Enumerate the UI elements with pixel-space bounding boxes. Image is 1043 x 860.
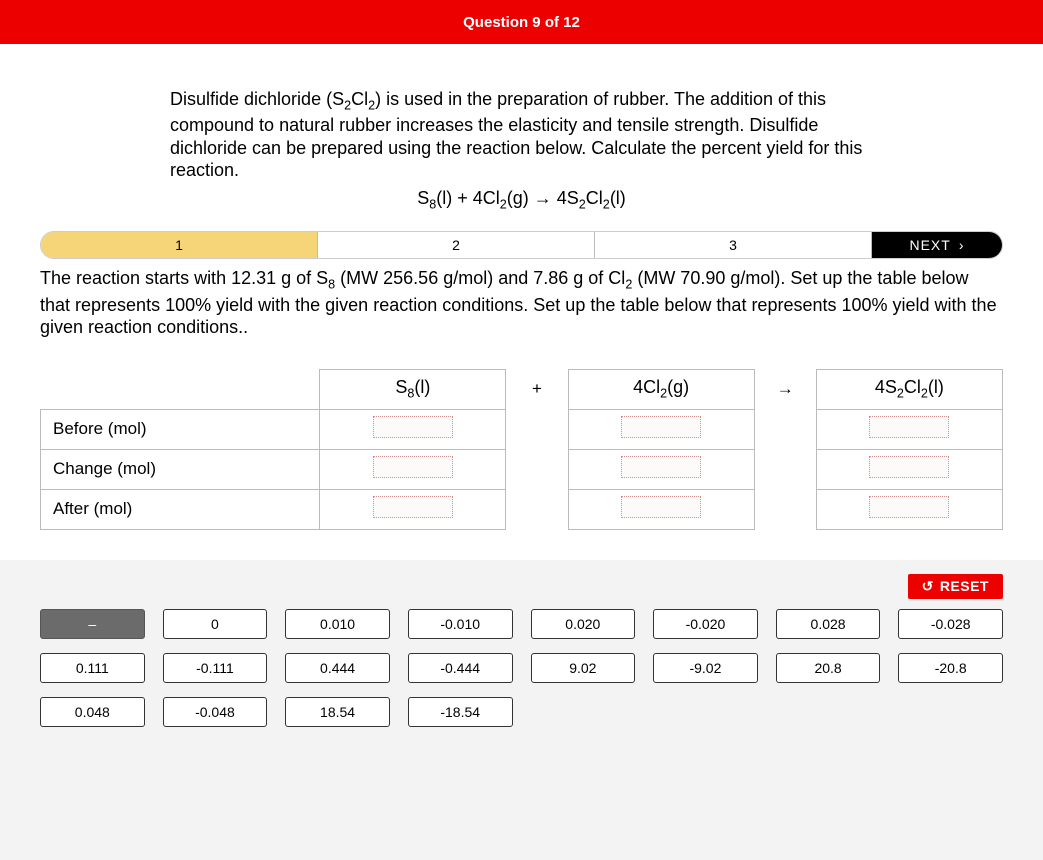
answer-chip[interactable]: -20.8 <box>898 653 1003 683</box>
step-progress-bar: 1 2 3 NEXT › <box>40 231 1003 259</box>
answer-bank: ↺ RESET –0 0.010 -0.010 0.020 -0.020 0.028 -0.… <box>0 560 1043 860</box>
answer-chip[interactable]: -0.111 <box>163 653 268 683</box>
question-body: Disulfide dichloride (S2Cl2) is used in … <box>0 88 1043 211</box>
reset-button[interactable]: ↺ RESET <box>908 574 1003 599</box>
step-instruction: The reaction starts with 12.31 g of S8 (… <box>40 267 1003 338</box>
row-before: Before (mol) <box>41 409 320 449</box>
drop-change-cl2[interactable] <box>621 456 701 478</box>
step-3[interactable]: 3 <box>595 232 872 258</box>
drop-after-s8[interactable] <box>373 496 453 518</box>
step-2[interactable]: 2 <box>318 232 595 258</box>
answer-chip[interactable]: -0.020 <box>653 609 758 639</box>
col-species-1: S8(l) <box>320 369 506 409</box>
answer-chip[interactable]: – <box>40 609 145 639</box>
answer-chip[interactable]: 9.02 <box>531 653 636 683</box>
reaction-equation: S8(l) + 4Cl2(g) → 4S2Cl2(l) <box>170 188 873 212</box>
drop-before-s2cl2[interactable] <box>869 416 949 438</box>
answer-chip[interactable]: -0.010 <box>408 609 513 639</box>
question-prompt: Disulfide dichloride (S2Cl2) is used in … <box>170 88 873 182</box>
answer-chip[interactable]: 20.8 <box>776 653 881 683</box>
drop-before-cl2[interactable] <box>621 416 701 438</box>
answer-chip[interactable]: 0.020 <box>531 609 636 639</box>
answer-chip[interactable]: 0.444 <box>285 653 390 683</box>
col-species-2: 4Cl2(g) <box>568 369 754 409</box>
answer-chip[interactable]: 0.111 <box>40 653 145 683</box>
chevron-right-icon: › <box>959 237 965 253</box>
step-1[interactable]: 1 <box>41 232 318 258</box>
operator-plus: + <box>506 369 568 409</box>
next-button[interactable]: NEXT › <box>872 232 1002 258</box>
col-species-3: 4S2Cl2(l) <box>816 369 1002 409</box>
answer-chip[interactable]: -0.444 <box>408 653 513 683</box>
answer-chip[interactable]: 0.010 <box>285 609 390 639</box>
answer-chip[interactable]: 0.028 <box>776 609 881 639</box>
drop-change-s2cl2[interactable] <box>869 456 949 478</box>
operator-arrow: → <box>754 369 816 409</box>
drop-change-s8[interactable] <box>373 456 453 478</box>
answer-chip[interactable]: 0 <box>163 609 268 639</box>
undo-icon: ↺ <box>922 578 934 595</box>
answer-chip[interactable]: -18.54 <box>408 697 513 727</box>
question-counter: Question 9 of 12 <box>463 14 580 31</box>
next-label: NEXT <box>909 237 950 253</box>
answer-chip[interactable]: 18.54 <box>285 697 390 727</box>
drop-after-cl2[interactable] <box>621 496 701 518</box>
answer-chip[interactable]: 0.048 <box>40 697 145 727</box>
ice-table: S8(l) + 4Cl2(g) → 4S2Cl2(l) Before (mol)… <box>40 369 1003 530</box>
answer-chip[interactable]: -0.028 <box>898 609 1003 639</box>
row-change: Change (mol) <box>41 449 320 489</box>
answer-chip[interactable]: -0.048 <box>163 697 268 727</box>
drop-before-s8[interactable] <box>373 416 453 438</box>
question-header: Question 9 of 12 <box>0 0 1043 44</box>
reset-label: RESET <box>940 578 989 594</box>
drop-after-s2cl2[interactable] <box>869 496 949 518</box>
answer-chip[interactable]: -9.02 <box>653 653 758 683</box>
row-after: After (mol) <box>41 489 320 529</box>
